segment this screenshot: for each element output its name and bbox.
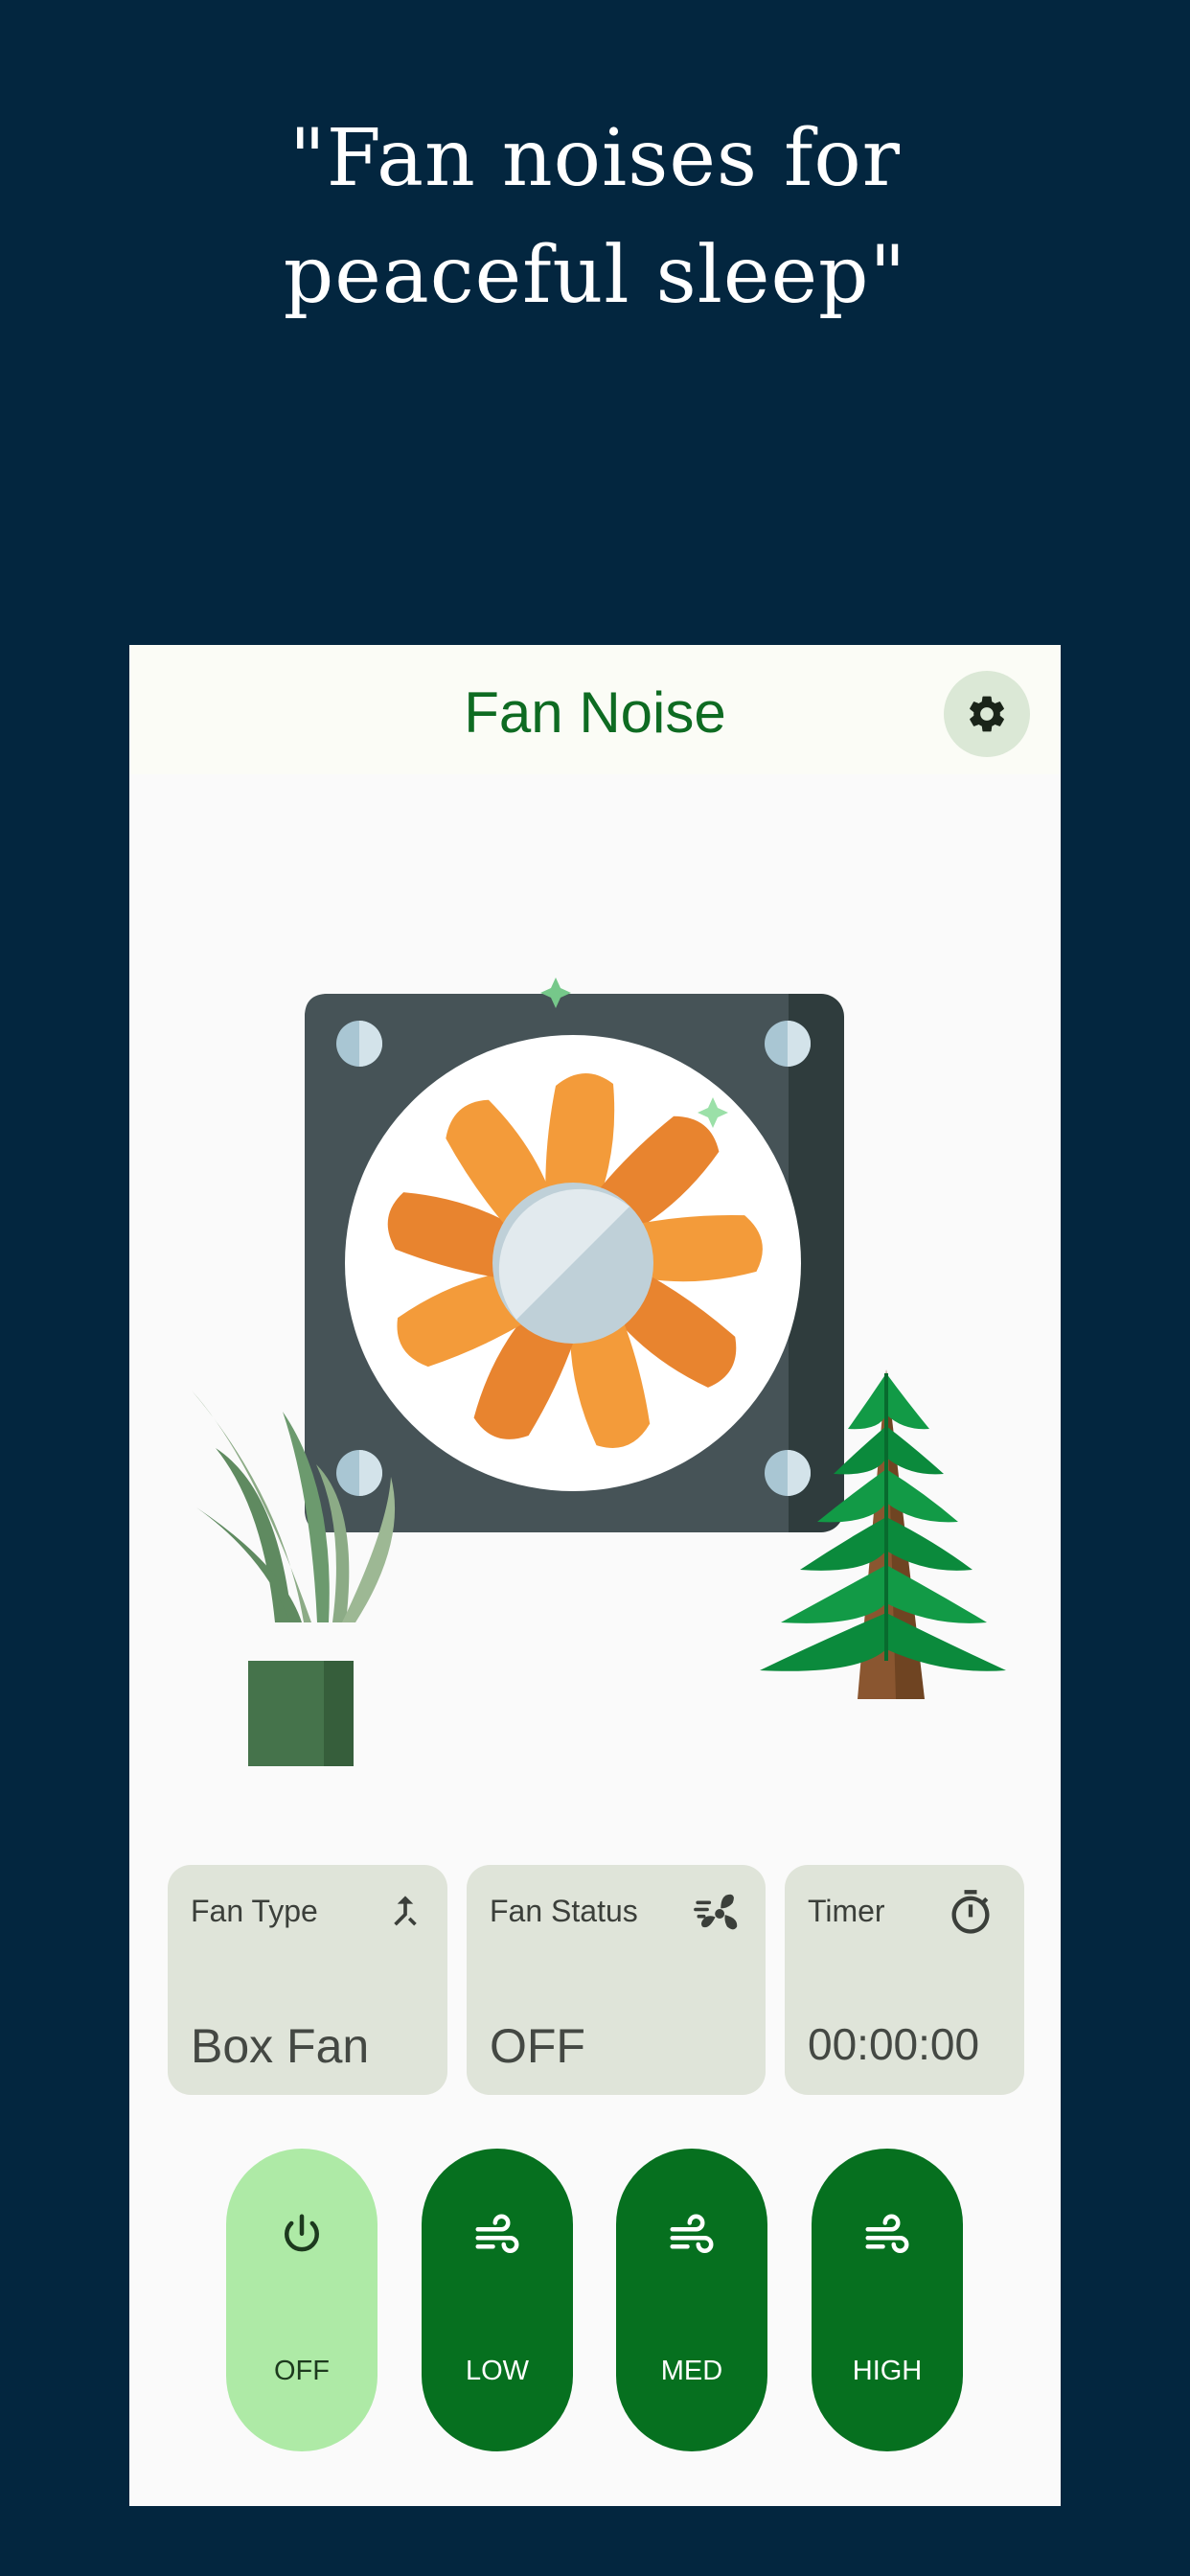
med-speed-label: MED bbox=[660, 2356, 723, 2386]
app-screen: Fan Noise Fan Type Box Fan Fan Status OF… bbox=[129, 645, 1061, 2506]
med-speed-button[interactable]: MED bbox=[616, 2149, 767, 2451]
low-speed-label: LOW bbox=[465, 2356, 530, 2386]
fan-type-card[interactable]: Fan Type Box Fan bbox=[168, 1865, 447, 2095]
timer-label: Timer bbox=[808, 1894, 885, 1928]
box-fan bbox=[305, 978, 844, 1532]
low-speed-button[interactable]: LOW bbox=[422, 2149, 573, 2451]
off-button-label: OFF bbox=[274, 2356, 330, 2386]
power-icon bbox=[285, 2214, 319, 2252]
tagline: "Fan noises for peaceful sleep" bbox=[0, 101, 1190, 334]
wind-icon bbox=[475, 2214, 519, 2253]
fan-icon bbox=[694, 1894, 738, 1930]
timer-icon bbox=[951, 1890, 990, 1934]
fan-status-label: Fan Status bbox=[490, 1894, 638, 1928]
tagline-line-1: "Fan noises for bbox=[289, 113, 901, 204]
fan-illustration bbox=[192, 978, 1006, 1766]
high-speed-button[interactable]: HIGH bbox=[812, 2149, 963, 2451]
wind-icon bbox=[670, 2214, 714, 2253]
fan-status-value: OFF bbox=[490, 2019, 585, 2073]
tagline-line-2: peaceful sleep" bbox=[283, 230, 907, 321]
fan-status-card[interactable]: Fan Status OFF bbox=[467, 1865, 766, 2095]
high-speed-label: HIGH bbox=[852, 2356, 923, 2386]
wind-icon bbox=[865, 2214, 909, 2253]
timer-value: 00:00:00 bbox=[808, 2019, 980, 2069]
fan-type-label: Fan Type bbox=[191, 1894, 318, 1928]
timer-card[interactable]: Timer 00:00:00 bbox=[785, 1865, 1024, 2095]
off-button[interactable]: OFF bbox=[226, 2149, 378, 2451]
fan-type-value: Box Fan bbox=[191, 2019, 370, 2073]
merge-arrow-icon bbox=[394, 1896, 417, 1926]
